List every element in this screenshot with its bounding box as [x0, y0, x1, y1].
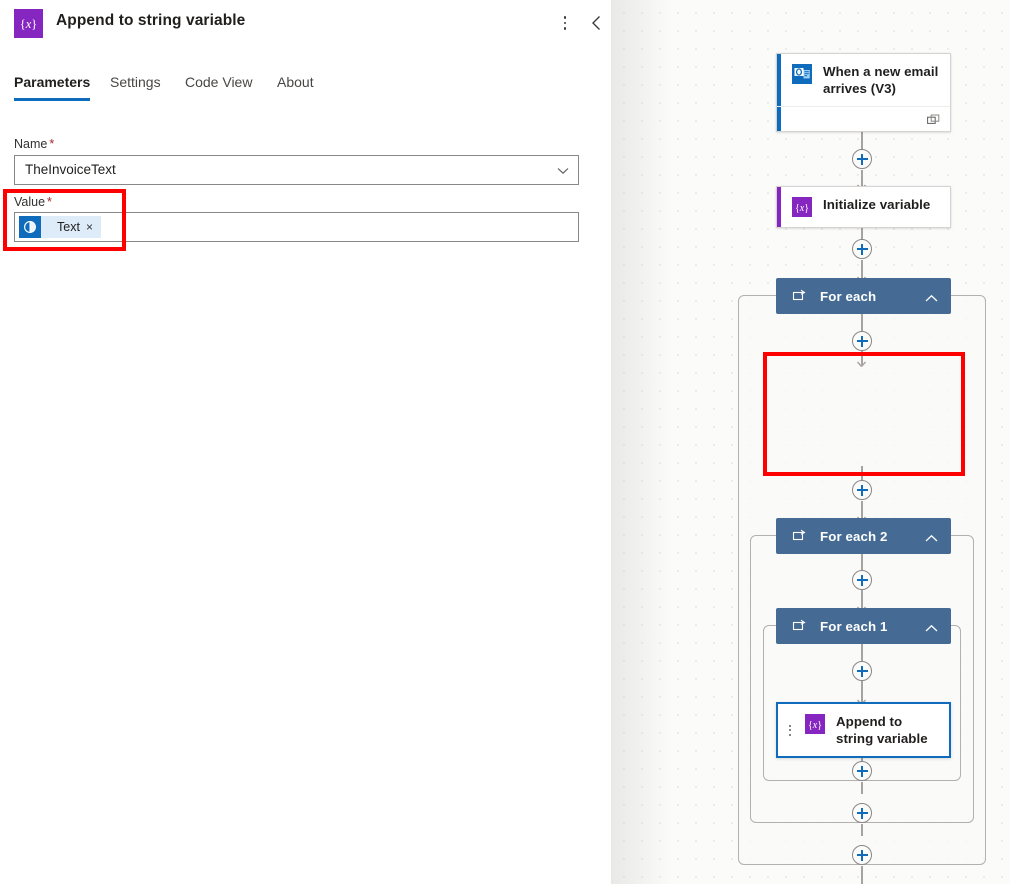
name-field-label: Name * — [14, 137, 55, 151]
add-step-after-initialize-variable[interactable] — [852, 239, 872, 259]
tab-about[interactable]: About — [277, 74, 314, 98]
name-field-value: TheInvoiceText — [25, 162, 116, 177]
connector — [861, 554, 863, 570]
node-body: {x} Initialize variable — [777, 187, 950, 227]
foreach-loop-icon — [792, 529, 806, 543]
chevron-up-icon[interactable] — [925, 530, 938, 543]
connector-arrow — [856, 177, 867, 190]
app-root: {x} Append to string variable Parameters… — [0, 0, 1010, 884]
svg-text:{x}: {x} — [808, 720, 822, 731]
add-step-after-for-each-2[interactable] — [852, 845, 872, 865]
outlook-email-icon — [791, 63, 813, 85]
name-field[interactable]: TheInvoiceText — [14, 155, 579, 185]
drag-handle-icon[interactable] — [786, 713, 794, 747]
token-label: Text — [57, 220, 80, 234]
add-step-after-for-each-1[interactable] — [852, 803, 872, 823]
panel-tabs: Parameters Settings Code View About — [0, 74, 612, 106]
scope-header-for-each-1[interactable]: For each 1 — [776, 608, 951, 644]
scope-title: For each — [820, 288, 877, 304]
variable-braces-icon: {x} — [791, 196, 813, 218]
chevron-up-icon[interactable] — [925, 290, 938, 303]
node-footer — [777, 106, 950, 131]
chevron-down-icon[interactable] — [556, 164, 570, 178]
action-details-panel: {x} Append to string variable Parameters… — [0, 0, 612, 884]
connector — [861, 314, 863, 331]
computer-vision-icon — [19, 216, 41, 238]
tab-parameters[interactable]: Parameters — [14, 74, 91, 101]
chevron-up-icon[interactable] — [925, 620, 938, 633]
panel-header: {x} Append to string variable — [0, 0, 612, 50]
node-title: When a new email arrives (V3) — [823, 64, 939, 96]
copy-icon[interactable] — [927, 113, 941, 125]
connector — [861, 466, 863, 481]
connector — [861, 782, 863, 794]
add-step-in-for-each[interactable] — [852, 331, 872, 351]
add-step-in-for-each-2[interactable] — [852, 570, 872, 590]
connector-arrow — [856, 599, 867, 612]
connector — [861, 866, 863, 884]
node-body: When a new email arrives (V3) — [777, 54, 950, 106]
foreach-loop-icon — [792, 619, 806, 633]
required-asterisk: * — [47, 195, 52, 209]
value-field[interactable]: Text × — [14, 212, 579, 242]
connector — [861, 824, 863, 836]
variable-braces-icon: {x} — [14, 9, 43, 38]
connector — [861, 644, 863, 661]
scope-header-for-each-2[interactable]: For each 2 — [776, 518, 951, 554]
add-step-in-for-each-1[interactable] — [852, 661, 872, 681]
add-step-after-trigger[interactable] — [852, 149, 872, 169]
flow-node-append-to-string-variable[interactable]: {x} Append to string variable — [776, 702, 951, 758]
node-title: Initialize variable — [823, 197, 931, 212]
close-icon[interactable]: × — [86, 220, 101, 234]
add-step-after-recognize-text[interactable] — [852, 480, 872, 500]
scope-title: For each 2 — [820, 528, 888, 544]
svg-text:{x}: {x} — [795, 203, 809, 214]
connector-arrow — [856, 692, 867, 705]
connector-arrow — [856, 354, 867, 367]
dynamic-content-token[interactable]: Text × — [19, 216, 101, 238]
more-options-icon[interactable] — [556, 11, 574, 35]
value-field-label: Value * — [14, 195, 52, 209]
flow-canvas[interactable]: When a new email arrives (V3) {x} Initia… — [612, 0, 1010, 884]
node-title: Append to string variable — [836, 714, 928, 746]
scope-header-for-each[interactable]: For each — [776, 278, 951, 314]
variable-braces-icon: {x} — [804, 713, 826, 735]
flow-node-trigger[interactable]: When a new email arrives (V3) — [776, 53, 951, 132]
node-body: {x} Append to string variable — [778, 704, 949, 756]
add-step-after-append-to-string-variable[interactable] — [852, 761, 872, 781]
flow-node-initialize-variable[interactable]: {x} Initialize variable — [776, 186, 951, 228]
tab-code-view[interactable]: Code View — [185, 74, 252, 98]
connector-arrow — [856, 269, 867, 282]
svg-text:{x}: {x} — [20, 17, 38, 31]
foreach-loop-icon — [792, 289, 806, 303]
page-title: Append to string variable — [56, 12, 246, 29]
collapse-panel-icon[interactable] — [586, 11, 606, 35]
required-asterisk: * — [49, 137, 55, 151]
tab-settings[interactable]: Settings — [110, 74, 161, 98]
connector-arrow — [856, 509, 867, 522]
scope-title: For each 1 — [820, 618, 888, 634]
